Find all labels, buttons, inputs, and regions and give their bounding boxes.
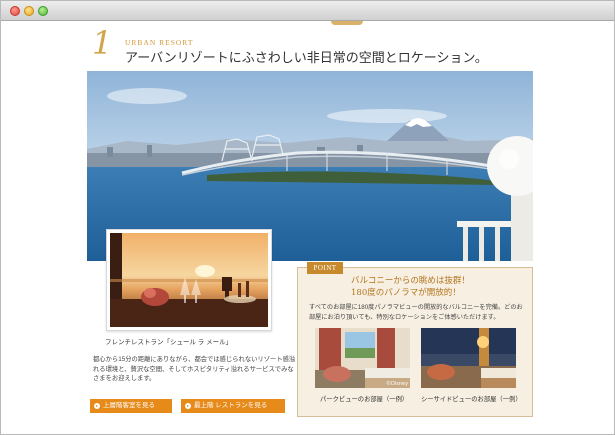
seaside-view-room-photo <box>421 328 516 388</box>
section-number: 1 <box>92 24 113 62</box>
point-title: バルコニーからの眺めは抜群！ 180度のパノラマが開放的！ <box>351 276 470 299</box>
button-label: 上層階客室を見る <box>103 402 155 409</box>
point-title-line1: バルコニーからの眺めは抜群！ <box>351 276 470 286</box>
close-window-button[interactable] <box>10 6 20 16</box>
park-view-room-photo: ©Disney <box>315 328 410 388</box>
top-floor-restaurant-button[interactable]: 最上階 レストランを見る <box>181 399 285 413</box>
browser-window: 1 URBAN RESORT アーバンリゾートにふさわしい非日常の空間とロケーシ… <box>0 0 615 435</box>
seaside-view-caption: シーサイドビューのお部屋（一例） <box>421 396 522 403</box>
arrow-circle-icon <box>185 403 191 409</box>
restaurant-photo <box>106 229 272 331</box>
park-view-caption: パークビューのお部屋（一例） <box>320 396 409 403</box>
window-titlebar <box>1 1 614 21</box>
top-ornament <box>331 21 363 25</box>
arrow-circle-icon <box>94 403 100 409</box>
point-badge: POINT <box>307 262 343 274</box>
upper-floor-rooms-button[interactable]: 上層階客室を見る <box>90 399 172 413</box>
section-title: アーバンリゾートにふさわしい非日常の空間とロケーション。 <box>125 51 488 66</box>
room-watermark: ©Disney <box>386 380 408 387</box>
restaurant-caption: フレンチレストラン「シュール ラ メール」 <box>105 339 233 346</box>
restaurant-description: 都心から15分の距離にありながら、都会では感じられないリゾート感溢れる環境と、贅… <box>93 356 296 382</box>
button-label: 最上階 レストランを見る <box>194 402 268 409</box>
minimize-window-button[interactable] <box>24 6 34 16</box>
section-subtitle: URBAN RESORT <box>125 38 194 47</box>
zoom-window-button[interactable] <box>38 6 48 16</box>
point-title-line2: 180度のパノラマが開放的！ <box>351 287 461 298</box>
point-description: すべてのお部屋に180度パノラマビューの開放的なバルコニーを完備。どのお部屋にお… <box>309 304 523 321</box>
